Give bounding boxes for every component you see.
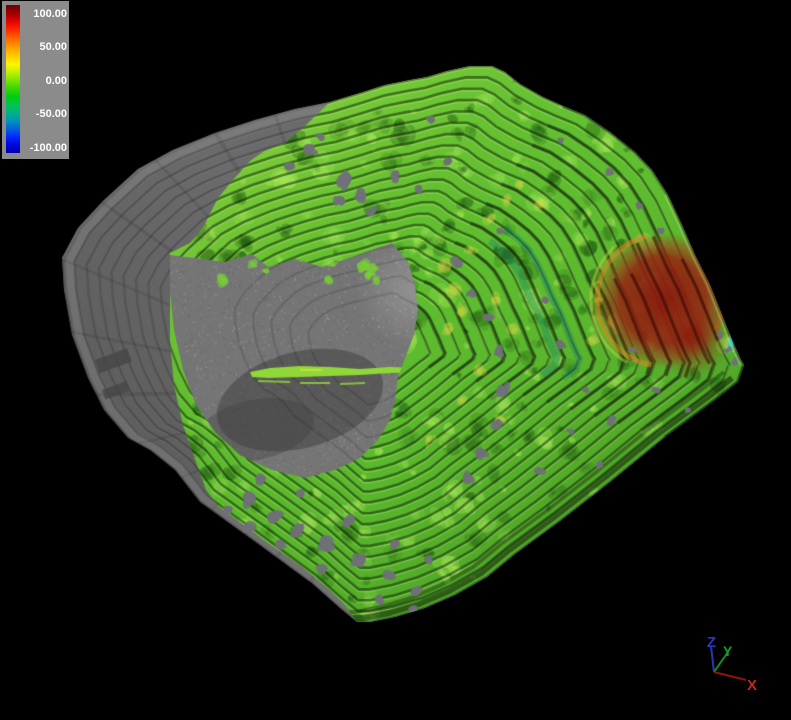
color-scale-gradient-bar xyxy=(6,5,20,153)
application-viewport: Z Y X 100.00 50.00 0.00 -50.00 -100.00 xyxy=(0,0,791,720)
legend-tick-label-1: 50.00 xyxy=(39,41,67,53)
legend-tick-label-3: -50.00 xyxy=(36,108,67,120)
color-scale-legend: 100.00 50.00 0.00 -50.00 -100.00 xyxy=(2,1,69,159)
legend-tick-label-2: 0.00 xyxy=(46,75,67,87)
legend-tick-label-0: 100.00 xyxy=(33,8,67,20)
pit-model-3d-canvas[interactable] xyxy=(0,0,791,720)
legend-tick-label-4: -100.00 xyxy=(30,142,67,154)
